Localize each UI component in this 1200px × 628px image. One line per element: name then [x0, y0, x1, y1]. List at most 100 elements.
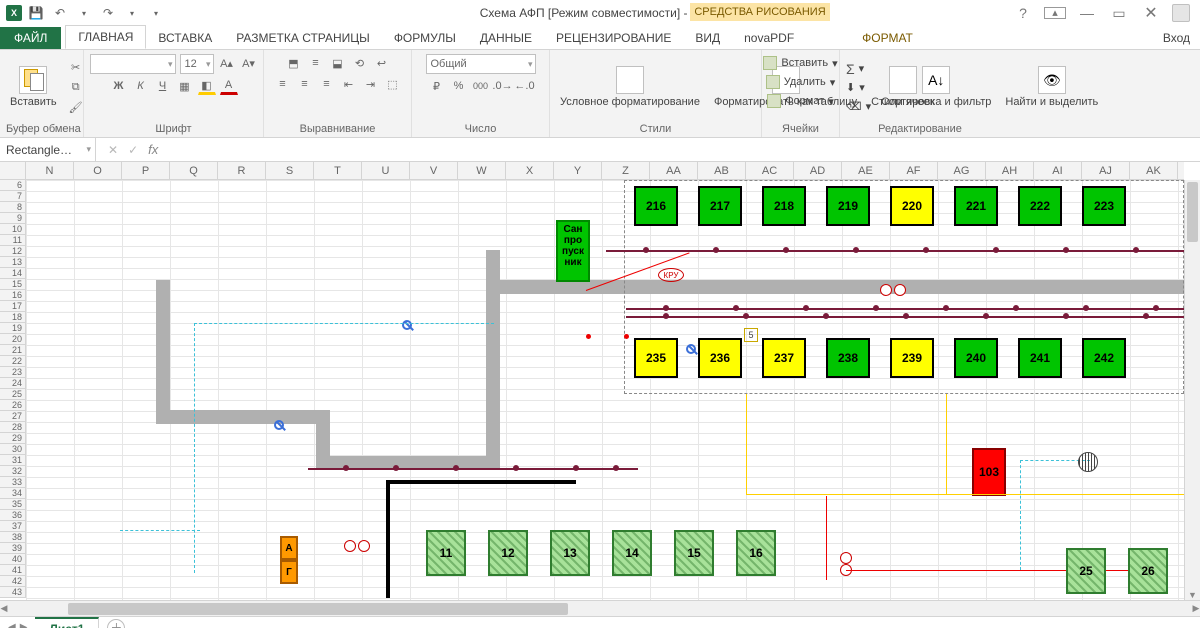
column-header[interactable]: AH — [986, 162, 1034, 180]
row-header[interactable]: 39 — [0, 543, 25, 554]
row-header[interactable]: 11 — [0, 235, 25, 246]
merge-cells-icon[interactable]: ⬚ — [384, 75, 402, 93]
column-header[interactable]: AG — [938, 162, 986, 180]
align-middle-icon[interactable]: ≡ — [307, 54, 325, 72]
row-header[interactable]: 38 — [0, 532, 25, 543]
align-left-icon[interactable]: ≡ — [274, 75, 292, 93]
tab-formulas[interactable]: ФОРМУЛЫ — [382, 27, 468, 49]
enter-formula-icon[interactable]: ✓ — [128, 143, 138, 157]
column-header[interactable]: U — [362, 162, 410, 180]
row-header[interactable]: 18 — [0, 312, 25, 323]
orientation-icon[interactable]: ⟲ — [351, 54, 369, 72]
row-header[interactable]: 43 — [0, 587, 25, 598]
column-header[interactable]: P — [122, 162, 170, 180]
tab-review[interactable]: РЕЦЕНЗИРОВАНИЕ — [544, 27, 683, 49]
minimize-icon[interactable]: ― — [1076, 5, 1098, 21]
maximize-icon[interactable]: ▭ — [1108, 5, 1130, 22]
row-header[interactable]: 8 — [0, 202, 25, 213]
cancel-formula-icon[interactable]: ✕ — [108, 143, 118, 157]
row-header[interactable]: 13 — [0, 257, 25, 268]
decrease-font-icon[interactable]: A▾ — [240, 54, 258, 72]
row-header[interactable]: 25 — [0, 389, 25, 400]
row-header[interactable]: 40 — [0, 554, 25, 565]
sheet-nav-last-icon[interactable]: ▶ — [20, 622, 28, 628]
paste-button[interactable]: Вставить — [6, 62, 61, 112]
number-format-combo[interactable]: Общий — [426, 54, 536, 74]
tab-view[interactable]: ВИД — [683, 27, 732, 49]
tab-insert[interactable]: ВСТАВКА — [146, 27, 224, 49]
font-family-combo[interactable] — [90, 54, 176, 74]
insert-cells-button[interactable]: Вставить ▾ — [763, 54, 837, 72]
row-header[interactable]: 31 — [0, 455, 25, 466]
sheet-tab-active[interactable]: Лист1 — [35, 617, 99, 628]
row-header[interactable]: 6 — [0, 180, 25, 191]
align-center-icon[interactable]: ≡ — [296, 75, 314, 93]
inc-decimal-icon[interactable]: .0→ — [494, 77, 512, 95]
row-header[interactable]: 35 — [0, 499, 25, 510]
save-icon[interactable]: 💾 — [26, 3, 46, 23]
wrap-text-icon[interactable]: ↩ — [373, 54, 391, 72]
format-cells-button[interactable]: Формат ▾ — [767, 92, 834, 110]
row-header[interactable]: 33 — [0, 477, 25, 488]
column-header[interactable]: Z — [602, 162, 650, 180]
column-header[interactable]: V — [410, 162, 458, 180]
row-header[interactable]: 21 — [0, 345, 25, 356]
row-header[interactable]: 32 — [0, 466, 25, 477]
sign-in-link[interactable]: Вход — [1153, 27, 1200, 49]
column-header[interactable]: AC — [746, 162, 794, 180]
indent-dec-icon[interactable]: ⇤ — [340, 75, 358, 93]
select-all-corner[interactable] — [0, 162, 26, 179]
align-top-icon[interactable]: ⬒ — [285, 54, 303, 72]
column-header[interactable]: AI — [1034, 162, 1082, 180]
row-header[interactable]: 19 — [0, 323, 25, 334]
conditional-formatting-button[interactable]: Условное форматирование — [556, 62, 704, 112]
align-bottom-icon[interactable]: ⬓ — [329, 54, 347, 72]
redo-icon[interactable]: ↷ — [98, 3, 118, 23]
column-header[interactable]: AB — [698, 162, 746, 180]
row-header[interactable]: 10 — [0, 224, 25, 235]
help-icon[interactable]: ? — [1012, 5, 1034, 21]
column-header[interactable]: AK — [1130, 162, 1178, 180]
row-header[interactable]: 42 — [0, 576, 25, 587]
column-header[interactable]: W — [458, 162, 506, 180]
format-painter-icon[interactable]: 🖌 — [67, 99, 85, 117]
row-header[interactable]: 23 — [0, 367, 25, 378]
row-header[interactable]: 24 — [0, 378, 25, 389]
row-header[interactable]: 17 — [0, 301, 25, 312]
fill-color-icon[interactable]: ◧ — [198, 77, 216, 95]
redo-dropdown-icon[interactable]: ▾ — [122, 3, 142, 23]
scroll-down-icon[interactable]: ▼ — [1185, 590, 1200, 600]
column-header[interactable]: S — [266, 162, 314, 180]
percent-icon[interactable]: % — [450, 77, 468, 95]
tab-file[interactable]: ФАЙЛ — [0, 27, 61, 49]
scrollbar-thumb[interactable] — [1187, 182, 1198, 242]
clear-button[interactable]: ⌫▾ — [846, 98, 871, 116]
row-header[interactable]: 14 — [0, 268, 25, 279]
cell-grid[interactable]: Сан про пуск ник КРУ 5 — [26, 180, 1184, 600]
column-header[interactable]: O — [74, 162, 122, 180]
copy-icon[interactable]: ⧉ — [67, 79, 85, 97]
horizontal-scrollbar[interactable]: ◀ ▶ — [0, 600, 1200, 616]
increase-font-icon[interactable]: A▴ — [218, 54, 236, 72]
column-header[interactable]: N — [26, 162, 74, 180]
underline-button[interactable]: Ч — [154, 77, 172, 95]
column-header[interactable]: AJ — [1082, 162, 1130, 180]
currency-icon[interactable]: ₽ — [428, 77, 446, 95]
row-header[interactable]: 12 — [0, 246, 25, 257]
user-avatar-icon[interactable] — [1172, 4, 1190, 22]
row-header[interactable]: 29 — [0, 433, 25, 444]
undo-dropdown-icon[interactable]: ▾ — [74, 3, 94, 23]
column-header[interactable]: AE — [842, 162, 890, 180]
tab-home[interactable]: ГЛАВНАЯ — [65, 25, 146, 49]
fill-button[interactable]: ⬇▾ — [846, 79, 871, 97]
fx-icon[interactable]: fx — [148, 142, 158, 157]
hscroll-thumb[interactable] — [68, 603, 568, 615]
tab-page-layout[interactable]: РАЗМЕТКА СТРАНИЦЫ — [224, 27, 382, 49]
ribbon-options-icon[interactable]: ▴ — [1044, 7, 1066, 19]
row-header[interactable]: 9 — [0, 213, 25, 224]
row-header[interactable]: 20 — [0, 334, 25, 345]
align-right-icon[interactable]: ≡ — [318, 75, 336, 93]
row-header[interactable]: 34 — [0, 488, 25, 499]
row-header[interactable]: 27 — [0, 411, 25, 422]
row-header[interactable]: 28 — [0, 422, 25, 433]
